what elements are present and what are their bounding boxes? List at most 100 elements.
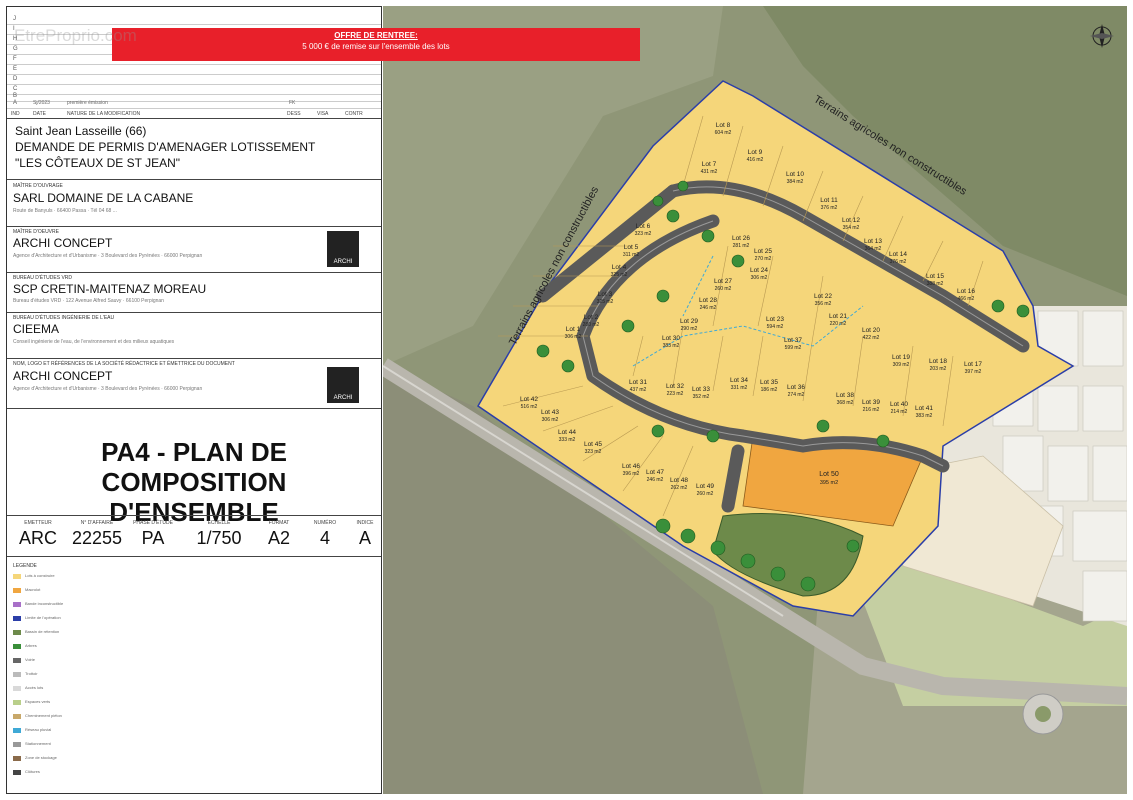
lot-area: 306 m2 bbox=[542, 417, 559, 423]
legend-label: Macrolot bbox=[25, 587, 41, 592]
legend-item: Limite de l'opération bbox=[13, 615, 373, 622]
legend-label: Stationnement bbox=[25, 741, 51, 746]
lot-area: 396 m2 bbox=[623, 471, 640, 477]
lot-label: Lot 34 bbox=[730, 377, 748, 384]
meta-number: Numéro 4 bbox=[313, 520, 337, 548]
meta-phase: Phase d'étude PA bbox=[133, 520, 173, 548]
lot-label: Lot 5 bbox=[624, 244, 639, 251]
architect-block: Maître d'oeuvre ARCHI CONCEPT Agence d'A… bbox=[7, 227, 381, 273]
archi-logo: ARCHI bbox=[327, 231, 359, 267]
legend-label: Espaces verts bbox=[25, 699, 51, 704]
lot-area: 203 m2 bbox=[930, 366, 947, 372]
lot-label: Lot 27 bbox=[714, 278, 732, 285]
legend-swatch bbox=[13, 658, 21, 663]
lot-label: Lot 14 bbox=[889, 251, 907, 258]
lot-label: Lot 46 bbox=[622, 463, 640, 470]
lot-area: 306 m2 bbox=[565, 334, 582, 340]
lot-area: 270 m2 bbox=[755, 256, 772, 262]
lot-label: Lot 48 bbox=[670, 477, 688, 484]
lot-label: Lot 9 bbox=[748, 149, 763, 156]
issuer-block: Nom, logo et références de la société ré… bbox=[7, 359, 381, 409]
lot-area: 383 m2 bbox=[916, 413, 933, 419]
lot-area: 356 m2 bbox=[815, 301, 832, 307]
legend-item: Stationnement bbox=[13, 741, 373, 748]
legend-item: Macrolot bbox=[13, 587, 373, 594]
watermark: EtreProprio.com bbox=[14, 26, 137, 45]
lot-area: 376 m2 bbox=[890, 259, 907, 265]
lot-area: 246 m2 bbox=[647, 477, 664, 483]
legend-swatch bbox=[13, 630, 21, 635]
revision-header: IND DATE NATURE DE LA MODIFICATION DESS … bbox=[11, 111, 363, 117]
lot-area: 594 m2 bbox=[767, 324, 784, 330]
legend-item: Zone de stockage bbox=[13, 755, 373, 762]
legend-swatch bbox=[13, 602, 21, 607]
lot-area: 395 m2 bbox=[820, 480, 838, 486]
lot-label: Lot 22 bbox=[814, 293, 832, 300]
legend-item: Réseau pluvial bbox=[13, 727, 373, 734]
legend-swatch bbox=[13, 714, 21, 719]
lot-label: Lot 12 bbox=[842, 217, 860, 224]
plan-document: Lot 8 604 m2 Lot 9 416 m2 Lot 7 431 m2 L… bbox=[0, 0, 1133, 800]
lot-label: Lot 41 bbox=[915, 405, 933, 412]
lot-label: Lot 32 bbox=[666, 383, 684, 390]
legend-swatch bbox=[13, 686, 21, 691]
lot-label: Lot 42 bbox=[520, 396, 538, 403]
lot-label: Lot 44 bbox=[558, 429, 576, 436]
lot-area: 599 m2 bbox=[785, 345, 802, 351]
legend-label: Accès lots bbox=[25, 685, 44, 690]
lot-label: Lot 30 bbox=[662, 335, 680, 342]
revision-row: A Sj/2023 première émission FK bbox=[7, 99, 381, 109]
lot-label: Lot 15 bbox=[926, 273, 944, 280]
revision-row: E bbox=[7, 65, 381, 75]
legend-label: Zone de stockage bbox=[25, 755, 57, 760]
lot-area: 437 m2 bbox=[630, 387, 647, 393]
legend-swatch bbox=[13, 756, 21, 761]
legend-swatch bbox=[13, 588, 21, 593]
legend-swatch bbox=[13, 770, 21, 775]
lot-label: Lot 38 bbox=[836, 392, 854, 399]
lot-area: 311 m2 bbox=[623, 252, 640, 258]
revision-row: D bbox=[7, 75, 381, 85]
lot-label: Lot 50 bbox=[819, 471, 839, 478]
revision-table: J I H G F E D C B A Sj/2023 première émi… bbox=[7, 7, 381, 119]
legend-label: Clôtures bbox=[25, 769, 40, 774]
lot-area: 422 m2 bbox=[863, 335, 880, 341]
lot-area: 290 m2 bbox=[681, 326, 698, 332]
archi-logo: ARCHI bbox=[327, 367, 359, 403]
revision-nature: première émission bbox=[67, 100, 108, 106]
legend-item: Bassin de rétention bbox=[13, 629, 373, 636]
plan-title: PA4 - PLAN DE COMPOSITION D'ENSEMBLE bbox=[101, 437, 287, 527]
lot-label: Lot 11 bbox=[820, 197, 838, 204]
lot-area: 397 m2 bbox=[965, 369, 982, 375]
lot-label: Lot 13 bbox=[864, 238, 882, 245]
aerial-plan-svg: Lot 8 604 m2 Lot 9 416 m2 Lot 7 431 m2 L… bbox=[383, 6, 1127, 794]
meta-format: Format A2 bbox=[267, 520, 291, 548]
legend-item: Arbres bbox=[13, 643, 373, 650]
legend-label: Trottoir bbox=[25, 671, 38, 676]
lot-label: Lot 47 bbox=[646, 469, 664, 476]
lot-label: Lot 35 bbox=[760, 379, 778, 386]
lot-area: 260 m2 bbox=[715, 286, 732, 292]
legend-item: Trottoir bbox=[13, 671, 373, 678]
lot-area: 416 m2 bbox=[747, 157, 764, 163]
legend-swatch bbox=[13, 616, 21, 621]
legend-item: Voirie bbox=[13, 657, 373, 664]
lot-area: 331 m2 bbox=[731, 385, 748, 391]
legend-item: Lots à construire bbox=[13, 573, 373, 580]
lot-area: 368 m2 bbox=[837, 400, 854, 406]
lot-area: 466 m2 bbox=[958, 296, 975, 302]
lot-area: 223 m2 bbox=[667, 391, 684, 397]
lot-label: Lot 28 bbox=[699, 297, 717, 304]
lot-label: Lot 23 bbox=[766, 316, 784, 323]
legend-label: Voirie bbox=[25, 657, 36, 662]
revision-row: J bbox=[7, 15, 381, 25]
legend-item: Cheminement piéton bbox=[13, 713, 373, 720]
lot-area: 216 m2 bbox=[863, 407, 880, 413]
lot-area: 281 m2 bbox=[733, 243, 750, 249]
lot-label: Lot 33 bbox=[692, 386, 710, 393]
lot-label: Lot 21 bbox=[829, 313, 847, 320]
legend-label: Lots à construire bbox=[25, 573, 55, 578]
lot-label: Lot 6 bbox=[636, 223, 651, 230]
lot-label: Lot 24 bbox=[750, 267, 768, 274]
lot-label: Lot 43 bbox=[541, 409, 559, 416]
